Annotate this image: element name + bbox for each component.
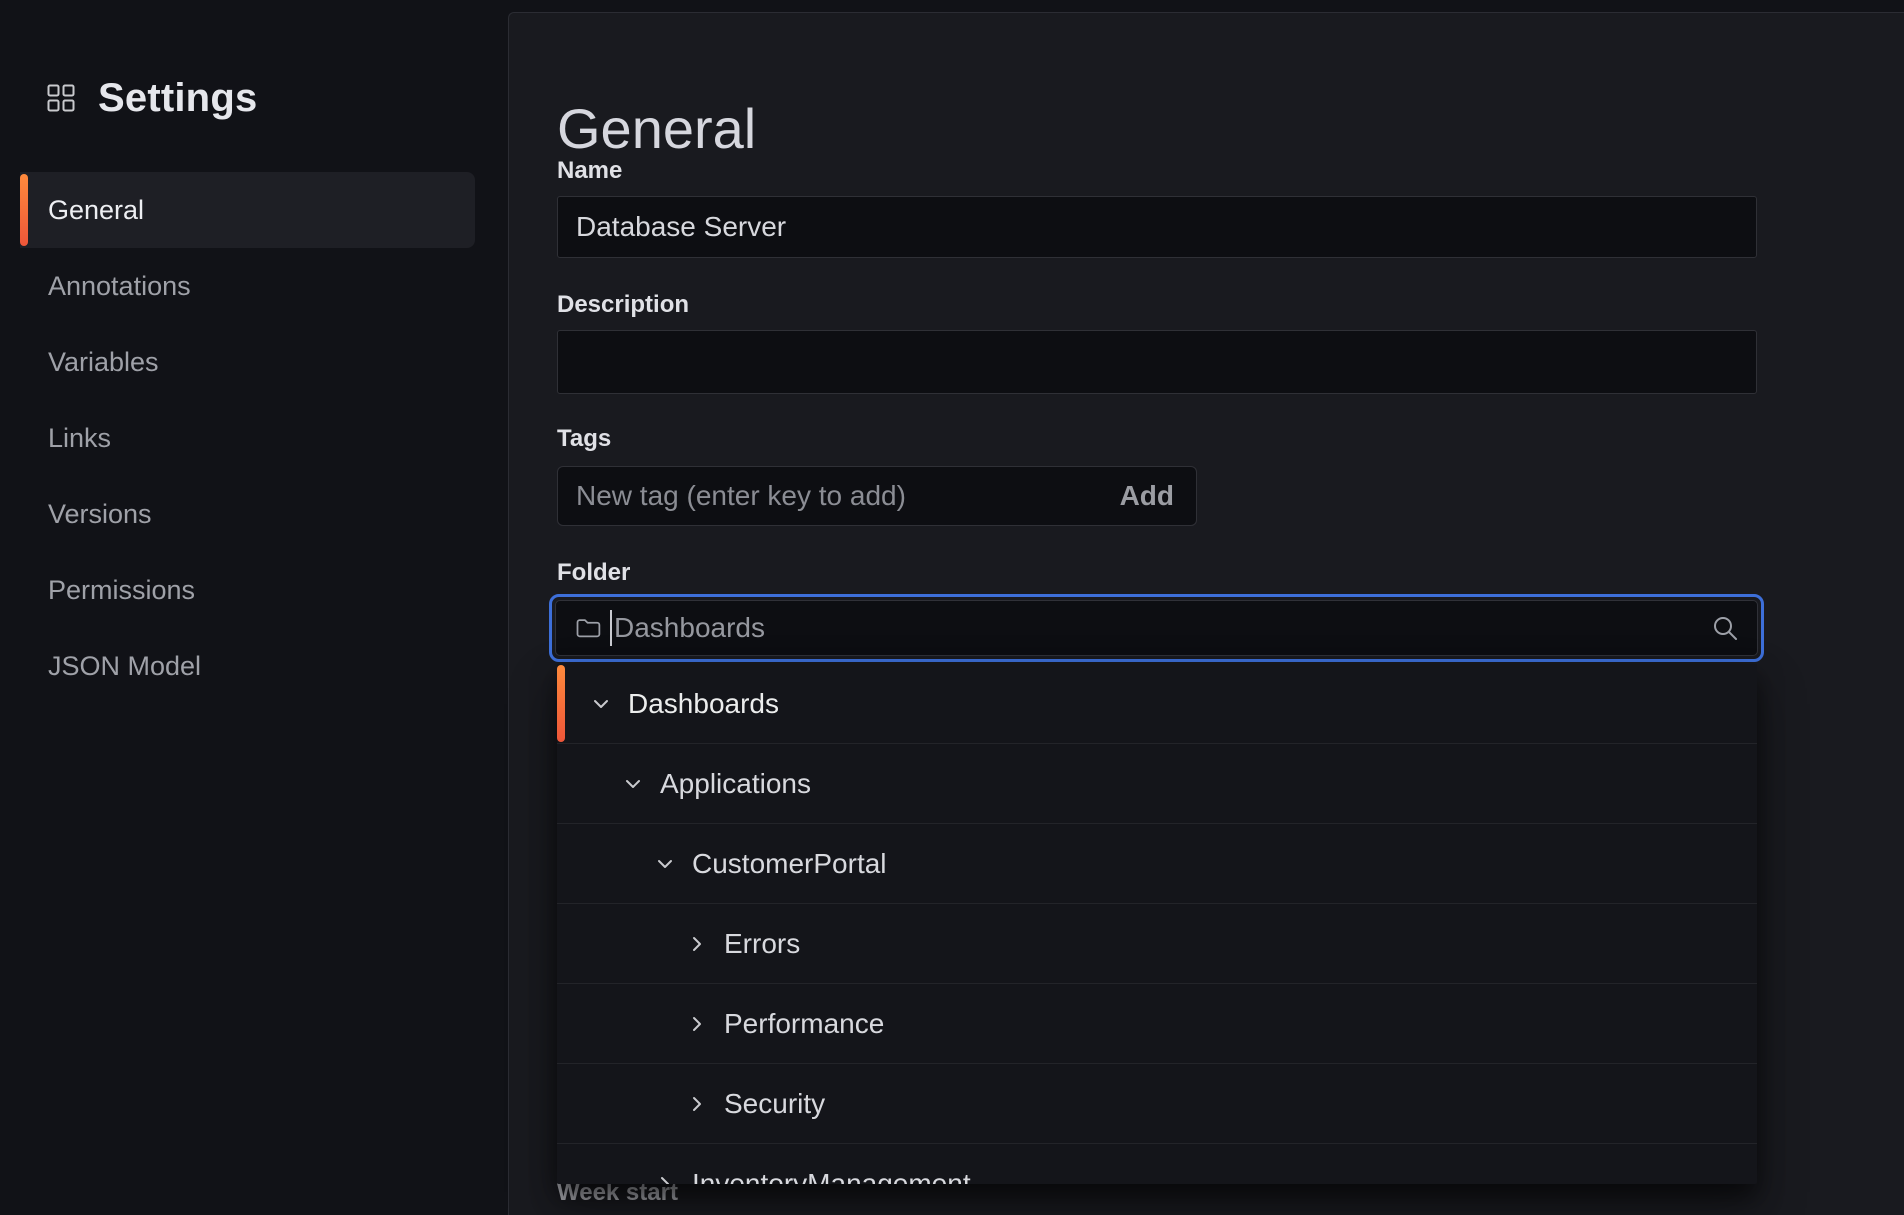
- description-input[interactable]: [557, 330, 1757, 394]
- sidebar-item-json-model[interactable]: JSON Model: [20, 628, 475, 704]
- description-label: Description: [557, 290, 689, 320]
- selected-item-indicator: [557, 665, 565, 742]
- folder-tree-item-label: Performance: [724, 1008, 884, 1040]
- sidebar-item-label: Variables: [48, 347, 159, 378]
- sidebar-item-label: JSON Model: [48, 651, 201, 682]
- chevron-right-icon[interactable]: [654, 1173, 676, 1184]
- sidebar-item-annotations[interactable]: Annotations: [20, 248, 475, 324]
- folder-tree-item-performance[interactable]: Performance: [557, 984, 1757, 1064]
- folder-icon: [574, 614, 602, 642]
- chevron-down-icon[interactable]: [590, 693, 612, 715]
- sidebar-item-permissions[interactable]: Permissions: [20, 552, 475, 628]
- settings-title: Settings: [98, 74, 257, 122]
- folder-label: Folder: [557, 558, 630, 588]
- folder-tree-item-label: Errors: [724, 928, 800, 960]
- sidebar-item-label: General: [48, 195, 144, 226]
- sidebar-item-label: Links: [48, 423, 111, 454]
- settings-header: Settings: [46, 74, 257, 122]
- active-item-indicator: [20, 174, 28, 246]
- folder-tree-item-label: Security: [724, 1088, 825, 1120]
- folder-tree-item-label: InventoryManagement: [692, 1168, 971, 1184]
- search-icon: [1711, 614, 1739, 642]
- folder-tree-item-inventorymanagement[interactable]: InventoryManagement: [557, 1144, 1757, 1184]
- apps-grid-icon: [46, 83, 76, 113]
- folder-value: Dashboards: [614, 612, 1711, 644]
- chevron-down-icon[interactable]: [654, 853, 676, 875]
- add-tag-button[interactable]: Add: [1110, 480, 1196, 512]
- sidebar-item-links[interactable]: Links: [20, 400, 475, 476]
- name-label: Name: [557, 156, 622, 186]
- sidebar-item-label: Versions: [48, 499, 152, 530]
- settings-nav: General Annotations Variables Links Versions…: [20, 172, 475, 704]
- tags-label: Tags: [557, 424, 611, 454]
- chevron-right-icon[interactable]: [686, 933, 708, 955]
- sidebar-item-variables[interactable]: Variables: [20, 324, 475, 400]
- sidebar-item-versions[interactable]: Versions: [20, 476, 475, 552]
- folder-dropdown: Dashboards Applications CustomerPortal Erro…: [557, 664, 1757, 1184]
- text-caret: [610, 610, 612, 646]
- sidebar-item-general[interactable]: General: [20, 172, 475, 248]
- folder-tree-item-errors[interactable]: Errors: [557, 904, 1757, 984]
- folder-tree-item-label: CustomerPortal: [692, 848, 887, 880]
- page-title: General: [557, 96, 756, 162]
- tag-input[interactable]: [558, 480, 1110, 512]
- folder-combobox[interactable]: Dashboards: [555, 600, 1758, 656]
- tags-field: Add: [557, 466, 1197, 526]
- folder-tree-item-label: Dashboards: [628, 688, 779, 720]
- chevron-right-icon[interactable]: [686, 1013, 708, 1035]
- folder-combobox-focus-ring: Dashboards: [549, 594, 1764, 662]
- folder-tree-item-customerportal[interactable]: CustomerPortal: [557, 824, 1757, 904]
- folder-tree-item-applications[interactable]: Applications: [557, 744, 1757, 824]
- folder-tree-item-dashboards[interactable]: Dashboards: [557, 664, 1757, 744]
- chevron-right-icon[interactable]: [686, 1093, 708, 1115]
- sidebar-item-label: Annotations: [48, 271, 191, 302]
- chevron-down-icon[interactable]: [622, 773, 644, 795]
- folder-tree-item-label: Applications: [660, 768, 811, 800]
- folder-tree-item-security[interactable]: Security: [557, 1064, 1757, 1144]
- sidebar-item-label: Permissions: [48, 575, 195, 606]
- name-input[interactable]: [557, 196, 1757, 258]
